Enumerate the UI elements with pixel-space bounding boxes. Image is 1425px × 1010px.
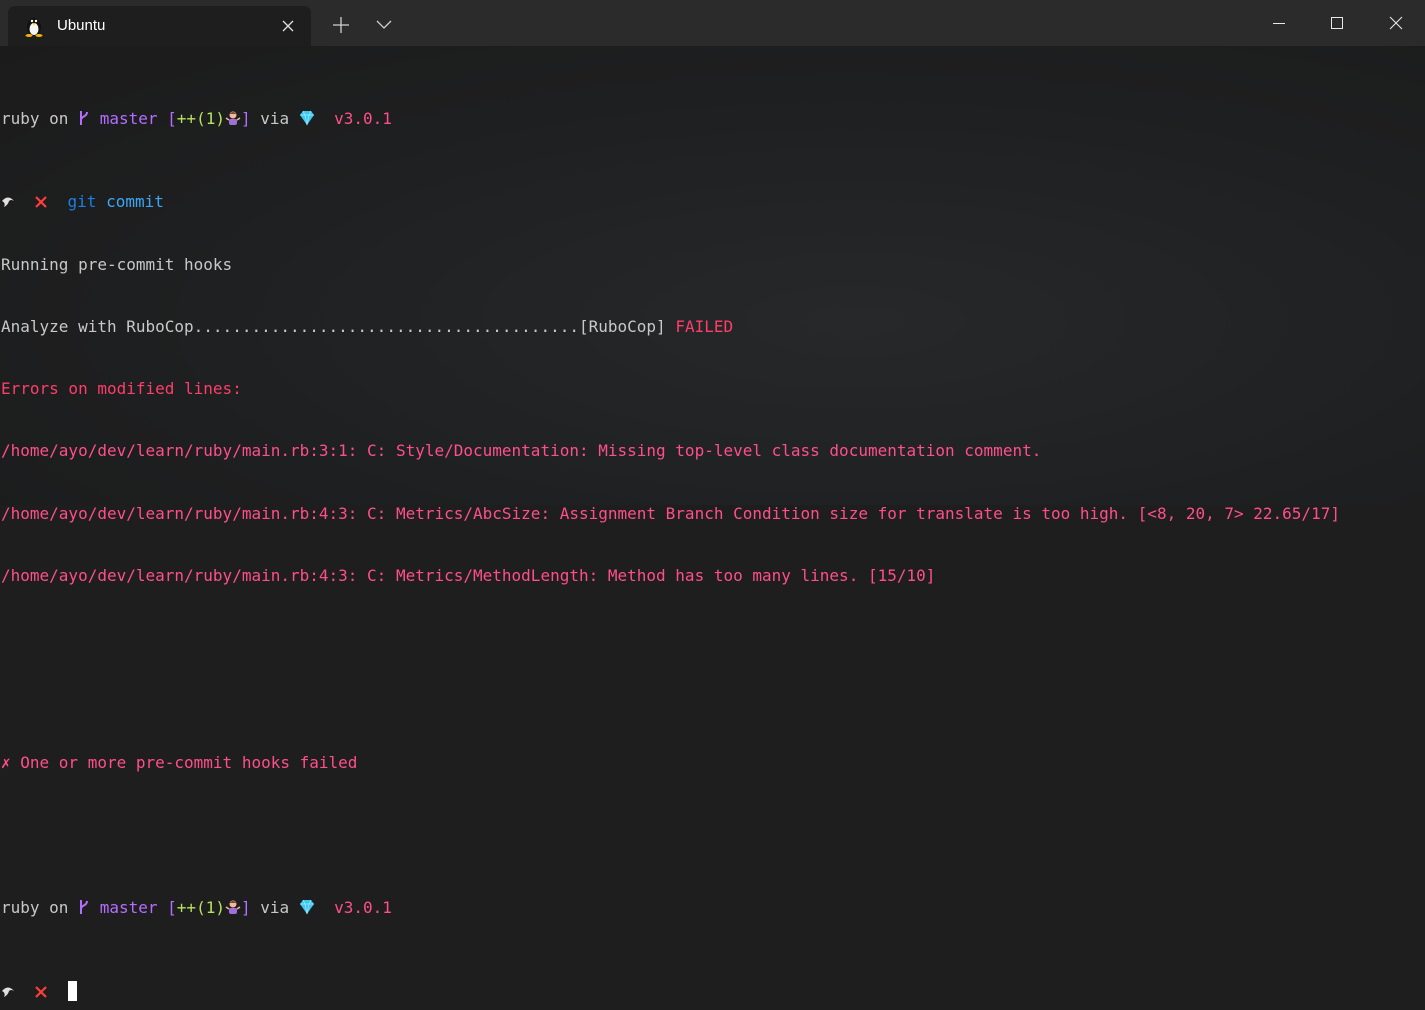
branch-name: master: [99, 897, 158, 917]
maximize-icon: [1331, 17, 1343, 29]
git-branch-icon: [80, 111, 89, 126]
shell-icon: [2, 197, 14, 208]
ruby-version: v3.0.1: [334, 897, 392, 917]
person-shrugging-emoji: [225, 900, 241, 914]
status-close-bracket: ]: [240, 897, 251, 917]
close-icon: [1389, 16, 1403, 30]
branch-name: master: [99, 109, 158, 129]
analyze-tag: [RuboCop]: [578, 316, 666, 336]
error-line: /home/ayo/dev/learn/ruby/main.rb:4:3: C:…: [1, 503, 1340, 523]
ruby-version: v3.0.1: [334, 109, 392, 129]
cmd-commit: commit: [106, 192, 164, 212]
minimize-button[interactable]: [1250, 0, 1308, 46]
analyze-text: Analyze with RuboCop....................…: [1, 316, 579, 336]
maximize-button[interactable]: [1308, 0, 1366, 46]
input-line[interactable]: [1, 980, 1340, 1002]
tab-ubuntu[interactable]: Ubuntu: [8, 6, 311, 46]
close-tab-icon[interactable]: [280, 18, 296, 34]
git-status: ++(1): [176, 897, 225, 917]
output-running: Running pre-commit hooks: [1, 254, 233, 274]
git-status: ++(1): [176, 109, 225, 129]
prompt-line: ruby on master [++(1)] via v3.0.1: [1, 109, 1340, 130]
prompt-dir: ruby: [1, 109, 40, 129]
minimize-icon: [1273, 23, 1285, 24]
ruby-gem-icon: [299, 111, 314, 126]
person-shrugging-emoji: [225, 111, 241, 126]
hooks-failed-message: ✗ One or more pre-commit hooks failed: [1, 752, 358, 772]
tab-title: Ubuntu: [57, 17, 106, 34]
status-open-bracket: [: [167, 109, 177, 129]
command-line: git commit: [1, 192, 1340, 213]
cmd-git: git: [67, 192, 97, 212]
output-analyze: Analyze with RuboCop....................…: [1, 317, 1340, 338]
linux-penguin-icon: [25, 18, 43, 37]
errors-header: Errors on modified lines:: [1, 379, 242, 398]
status-open-bracket: [: [167, 897, 177, 917]
prompt-via: via: [260, 897, 290, 917]
cross-mark-icon: [35, 985, 48, 998]
prompt-dir: ruby: [1, 897, 40, 917]
ruby-gem-icon: [299, 899, 314, 914]
status-close-bracket: ]: [240, 109, 251, 129]
prompt-on: on: [49, 109, 69, 129]
shell-icon: [2, 987, 14, 997]
error-line: /home/ayo/dev/learn/ruby/main.rb:4:3: C:…: [1, 565, 936, 585]
terminal-pane[interactable]: ruby on master [++(1)] via v3.0.1 git co…: [0, 46, 1425, 1001]
title-bar: Ubuntu: [0, 0, 1425, 46]
text-cursor: [67, 980, 77, 1001]
prompt-on: on: [49, 897, 69, 917]
chevron-down-icon[interactable]: [376, 18, 392, 30]
failed-label: FAILED: [675, 316, 734, 336]
error-line: /home/ayo/dev/learn/ruby/main.rb:3:1: C:…: [1, 441, 1042, 461]
prompt-via: via: [260, 109, 290, 129]
prompt-line: ruby on master [++(1)] via v3.0.1: [1, 898, 1340, 919]
close-window-button[interactable]: [1367, 0, 1425, 46]
cross-mark-icon: [35, 196, 48, 209]
plus-icon[interactable]: [332, 16, 350, 34]
git-branch-icon: [80, 899, 89, 914]
